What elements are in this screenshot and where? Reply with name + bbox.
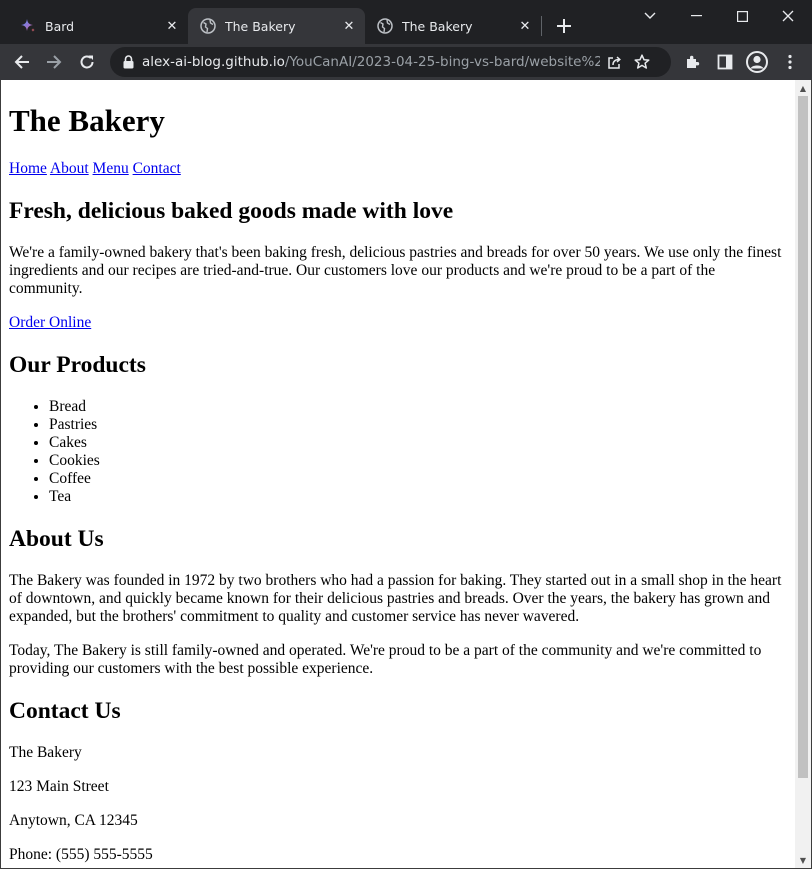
arrow-left-icon xyxy=(14,55,29,69)
close-icon[interactable]: ✕ xyxy=(341,18,357,34)
kebab-menu-icon xyxy=(788,54,792,70)
url-text[interactable]: alex-ai-blog.github.io/YouCanAI/2023-04-… xyxy=(142,54,600,70)
list-item: Pastries xyxy=(49,416,787,434)
scroll-down-arrow-icon[interactable]: ▼ xyxy=(795,852,811,868)
sparkle-icon xyxy=(20,18,36,34)
contact-name: The Bakery xyxy=(9,744,82,761)
new-tab-button[interactable] xyxy=(550,12,578,40)
reload-button[interactable] xyxy=(71,46,103,78)
back-button[interactable] xyxy=(6,46,38,78)
browser-toolbar: alex-ai-blog.github.io/YouCanAI/2023-04-… xyxy=(0,44,812,80)
hero-heading: Fresh, delicious baked goods made with l… xyxy=(9,198,454,224)
bakery-page: The Bakery Home About Menu Contact Fresh… xyxy=(1,103,795,864)
globe-icon xyxy=(200,18,216,34)
reload-icon xyxy=(80,55,94,69)
side-panel-icon xyxy=(717,54,733,70)
page-title: The Bakery xyxy=(9,103,165,138)
order-online-link[interactable]: Order Online xyxy=(9,314,91,331)
lock-icon xyxy=(114,55,142,69)
nav-link-contact[interactable]: Contact xyxy=(133,160,181,177)
close-window-button[interactable] xyxy=(765,0,811,32)
avatar-icon xyxy=(746,51,768,73)
chevron-down-icon xyxy=(644,12,656,19)
contact-city: Anytown, CA 12345 xyxy=(9,812,138,829)
minimize-icon xyxy=(690,15,702,17)
page-viewport: The Bakery Home About Menu Contact Fresh… xyxy=(1,80,795,868)
list-item: Bread xyxy=(49,398,787,416)
nav-link-menu[interactable]: Menu xyxy=(93,160,129,177)
plus-icon xyxy=(557,19,571,33)
url-path: /YouCanAI/2023-04-25-bing-vs-bard/websit… xyxy=(284,54,600,70)
site-nav: Home About Menu Contact xyxy=(9,160,787,178)
profile-button[interactable] xyxy=(741,46,773,78)
contact-phone: Phone: (555) 555-5555 xyxy=(9,846,153,863)
close-icon[interactable]: ✕ xyxy=(164,18,180,34)
tab-divider xyxy=(541,16,542,36)
list-item: Tea xyxy=(49,488,787,506)
scrollbar-thumb[interactable] xyxy=(798,96,808,778)
about-heading: About Us xyxy=(9,526,104,552)
arrow-right-icon xyxy=(47,55,62,69)
address-bar[interactable]: alex-ai-blog.github.io/YouCanAI/2023-04-… xyxy=(110,47,671,77)
menu-button[interactable] xyxy=(774,46,806,78)
maximize-button[interactable] xyxy=(719,0,765,32)
extensions-button[interactable] xyxy=(677,46,709,78)
tab-bakery-active[interactable]: The Bakery ✕ xyxy=(188,8,365,44)
about-paragraph-2: Today, The Bakery is still family-owned … xyxy=(9,642,762,677)
globe-icon xyxy=(377,18,393,34)
share-icon[interactable] xyxy=(600,55,628,70)
close-icon xyxy=(782,10,794,22)
tab-bard[interactable]: Bard ✕ xyxy=(8,8,188,44)
vertical-scrollbar[interactable]: ▲ ▼ xyxy=(795,80,811,868)
about-paragraph-1: The Bakery was founded in 1972 by two br… xyxy=(9,572,782,625)
list-item: Cakes xyxy=(49,434,787,452)
tab-title: The Bakery xyxy=(225,18,296,34)
scroll-up-arrow-icon[interactable]: ▲ xyxy=(795,80,811,96)
star-icon[interactable] xyxy=(628,54,656,70)
tab-title: Bard xyxy=(45,18,75,34)
tab-title: The Bakery xyxy=(402,18,473,34)
close-icon[interactable]: ✕ xyxy=(517,18,533,34)
contact-heading: Contact Us xyxy=(9,698,121,724)
forward-button[interactable] xyxy=(38,46,70,78)
list-item: Cookies xyxy=(49,452,787,470)
puzzle-icon xyxy=(687,55,700,68)
nav-link-home[interactable]: Home xyxy=(9,160,47,177)
tab-search-button[interactable] xyxy=(627,0,673,32)
contact-street: 123 Main Street xyxy=(9,778,109,795)
tab-strip: Bard ✕ The Bakery ✕ The Bakery ✕ xyxy=(0,0,812,44)
tab-bakery[interactable]: The Bakery ✕ xyxy=(365,8,541,44)
list-item: Coffee xyxy=(49,470,787,488)
side-panel-button[interactable] xyxy=(709,46,741,78)
maximize-icon xyxy=(736,10,748,22)
minimize-button[interactable] xyxy=(673,0,719,32)
products-heading: Our Products xyxy=(9,352,146,378)
nav-link-about[interactable]: About xyxy=(50,160,89,177)
hero-text: We're a family-owned bakery that's been … xyxy=(9,244,782,297)
window-frame xyxy=(0,80,1,869)
products-list: Bread Pastries Cakes Cookies Coffee Tea xyxy=(9,398,787,506)
url-host: alex-ai-blog.github.io xyxy=(142,54,285,70)
